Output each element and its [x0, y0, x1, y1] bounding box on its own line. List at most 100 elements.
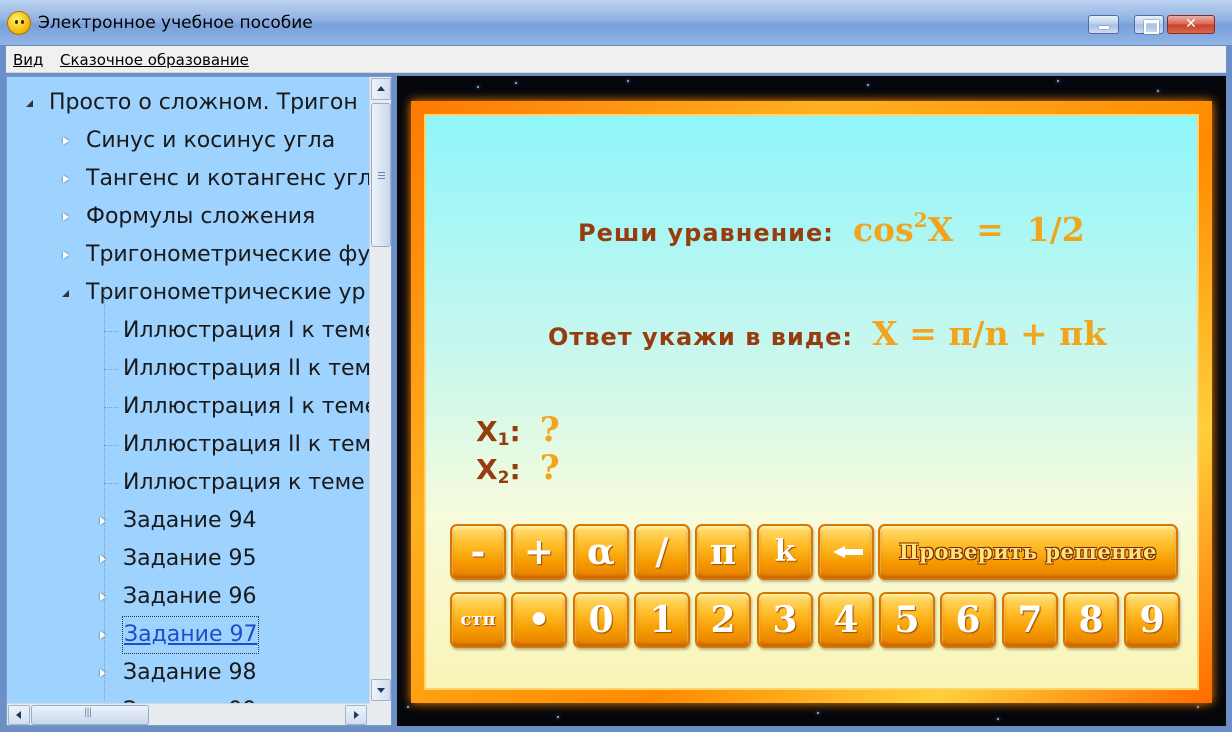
menu-fairy-education-label: Сказочное образование [60, 51, 249, 69]
star-dot [1157, 90, 1159, 92]
dot-key[interactable]: • [511, 592, 567, 648]
star-dot [817, 712, 819, 714]
digit-9-key[interactable]: 9 [1124, 592, 1180, 648]
expand-arrow-icon[interactable] [98, 516, 108, 526]
equation-post: X = 1/2 [927, 210, 1085, 249]
alpha-key[interactable]: α [573, 524, 629, 580]
expand-arrow-icon[interactable] [61, 212, 71, 222]
tree-horizontal-scrollbar[interactable] [7, 703, 369, 725]
digit-3-key[interactable]: 3 [757, 592, 813, 648]
answer-form-label: Ответ укажи в виде: [548, 323, 854, 351]
digit-7-key[interactable]: 7 [1002, 592, 1058, 648]
collapse-arrow-icon[interactable] [61, 288, 71, 298]
grip-icon [378, 172, 385, 179]
digit-6-key[interactable]: 6 [940, 592, 996, 648]
answer-form-formula: X = π/n + πk [872, 314, 1107, 353]
scroll-corner [369, 703, 391, 725]
expand-arrow-icon[interactable] [61, 250, 71, 260]
backspace-key[interactable] [818, 524, 874, 580]
collapse-arrow-icon[interactable] [25, 98, 35, 108]
digit-1-key[interactable]: 1 [634, 592, 690, 648]
digit-2-key[interactable]: 2 [695, 592, 751, 648]
expand-arrow-icon[interactable] [98, 668, 108, 678]
tree-node[interactable]: Иллюстрация к теме [7, 465, 369, 501]
title-bar[interactable]: Электронное учебное пособие ✕ [0, 0, 1232, 46]
horizontal-scroll-thumb[interactable] [31, 705, 149, 725]
maximize-button[interactable] [1134, 15, 1164, 34]
star-dot [1057, 80, 1059, 82]
minus-key[interactable]: - [450, 524, 506, 580]
answer-x2-colon: : [509, 453, 521, 486]
tree-node[interactable]: Задание 96 [7, 579, 369, 615]
tree-node[interactable]: Тангенс и котангенс угл [7, 161, 372, 197]
window-title: Электронное учебное пособие [38, 13, 313, 33]
expand-arrow-icon[interactable] [98, 554, 108, 564]
answer-form-line: Ответ укажи в виде: X = π/n + πk [548, 314, 1106, 353]
scroll-up-button[interactable] [371, 78, 391, 100]
tree-node-label: Тригонометрические ур [86, 280, 366, 305]
k-key[interactable]: k [757, 524, 813, 580]
digit-8-key[interactable]: 8 [1063, 592, 1119, 648]
tree-node[interactable]: Задание 94 [7, 503, 369, 539]
tree-node[interactable]: Задание 97 [7, 616, 369, 654]
scroll-right-button[interactable] [345, 705, 367, 725]
tree-node-label: Задание 95 [123, 546, 257, 571]
maximize-icon [1135, 16, 1163, 34]
answer-x1-value[interactable]: ? [540, 410, 560, 450]
answer-x2-var: X [476, 453, 498, 486]
close-button[interactable]: ✕ [1167, 15, 1215, 34]
navigation-tree[interactable]: Просто о сложном. Тригон Синус и косинус … [6, 76, 392, 726]
tree-guide-line [104, 291, 105, 701]
tree-guide-line [104, 445, 118, 446]
tree-node-label: Тригонометрические фу [86, 242, 371, 267]
star-dot [407, 706, 409, 708]
slash-key[interactable]: / [634, 524, 690, 580]
tree-node-label: Иллюстрация I к теме [123, 394, 379, 419]
tree-node-label: Тангенс и котангенс угл [86, 166, 372, 191]
tree-node[interactable]: Задание 95 [7, 541, 369, 577]
expand-arrow-icon[interactable] [61, 136, 71, 146]
tree-guide-line [104, 369, 118, 370]
scroll-thumb[interactable] [371, 103, 391, 247]
tree-node[interactable]: Формулы сложения [7, 199, 369, 235]
expand-arrow-icon[interactable] [98, 630, 108, 640]
tree-node[interactable]: Синус и косинус угла [7, 123, 369, 159]
minimize-button[interactable] [1088, 15, 1119, 34]
tree-node[interactable]: Иллюстрация II к теме [7, 351, 385, 387]
task-frame: Реши уравнение: cos2X = 1/2 Ответ укажи … [411, 101, 1212, 703]
equation: cos2X = 1/2 [853, 210, 1085, 249]
digit-5-key[interactable]: 5 [879, 592, 935, 648]
minimize-icon [1089, 16, 1118, 33]
tree-vertical-scrollbar[interactable] [369, 77, 391, 703]
answer-x2-value[interactable]: ? [540, 448, 560, 488]
star-dot [627, 80, 629, 82]
equation-line: Реши уравнение: cos2X = 1/2 [578, 210, 1085, 249]
tree-node[interactable]: Задание 98 [7, 655, 369, 691]
answer-x2-sub: 2 [497, 468, 510, 488]
tree-node[interactable]: Тригонометрические ур [7, 275, 369, 311]
tree-node[interactable]: Иллюстрация I к теме [7, 389, 378, 425]
expand-arrow-icon[interactable] [61, 174, 71, 184]
menu-view[interactable]: Вид [13, 51, 43, 69]
tree-node[interactable]: Тригонометрические фу [7, 237, 371, 273]
tree-node-label: Задание 96 [123, 584, 257, 609]
digit-0-key[interactable]: 0 [573, 592, 629, 648]
power-key[interactable]: стп [450, 592, 506, 648]
tree-node-label: Формулы сложения [86, 204, 316, 229]
menu-fairy-education[interactable]: Сказочное образование [60, 51, 249, 69]
scroll-left-button[interactable] [8, 705, 30, 725]
star-dot [867, 84, 869, 86]
tree-node[interactable]: Иллюстрация II к теме [7, 427, 385, 463]
tree-node[interactable]: Просто о сложном. Тригон [7, 85, 369, 121]
tree-guide-line [104, 331, 118, 332]
prompt-label: Реши уравнение: [578, 219, 834, 247]
pi-key[interactable]: π [695, 524, 751, 580]
plus-key[interactable]: + [511, 524, 567, 580]
tree-node-label: Задание 97 [121, 616, 260, 654]
digit-4-key[interactable]: 4 [818, 592, 874, 648]
close-icon: ✕ [1185, 16, 1197, 32]
tree-node[interactable]: Иллюстрация I к теме [7, 313, 378, 349]
scroll-down-button[interactable] [371, 679, 391, 701]
check-solution-button[interactable]: Проверить решение [878, 524, 1178, 580]
expand-arrow-icon[interactable] [98, 592, 108, 602]
